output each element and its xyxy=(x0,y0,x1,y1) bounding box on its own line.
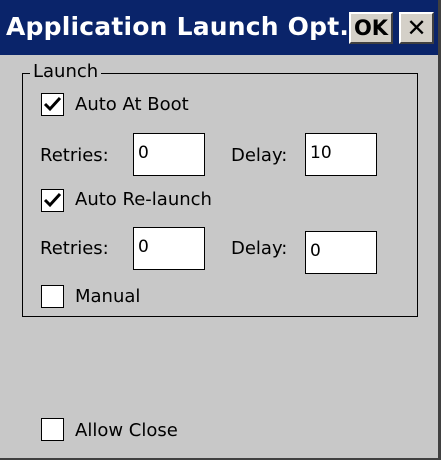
manual-label[interactable]: Manual xyxy=(75,286,140,307)
auto-at-boot-label[interactable]: Auto At Boot xyxy=(75,94,189,115)
close-button[interactable]: ✕ xyxy=(399,12,434,44)
relaunch-delay-label: Delay: xyxy=(231,238,288,259)
boot-retries-field[interactable]: 0 xyxy=(133,133,205,176)
launch-group-legend: Launch xyxy=(30,61,102,82)
auto-at-boot-checkbox[interactable] xyxy=(41,93,64,116)
boot-delay-label: Delay: xyxy=(231,145,288,166)
auto-relaunch-checkbox[interactable] xyxy=(41,189,64,212)
close-icon: ✕ xyxy=(406,14,427,42)
auto-relaunch-label[interactable]: Auto Re-launch xyxy=(75,189,212,210)
launch-options-dialog: Application Launch Opt... OK ✕ Launch Au… xyxy=(0,0,441,460)
window-title: Application Launch Opt... xyxy=(6,12,369,41)
relaunch-retries-label: Retries: xyxy=(40,238,109,259)
relaunch-retries-field[interactable]: 0 xyxy=(133,227,205,270)
ok-button[interactable]: OK xyxy=(349,12,393,44)
allow-close-label[interactable]: Allow Close xyxy=(75,420,178,441)
boot-retries-label: Retries: xyxy=(40,145,109,166)
checkmark-icon xyxy=(43,192,62,208)
allow-close-checkbox[interactable] xyxy=(41,418,64,441)
boot-delay-field[interactable]: 10 xyxy=(305,133,377,176)
title-bar: Application Launch Opt... OK ✕ xyxy=(0,0,438,55)
checkmark-icon xyxy=(43,96,62,112)
manual-checkbox[interactable] xyxy=(41,285,64,308)
relaunch-delay-field[interactable]: 0 xyxy=(305,231,377,274)
